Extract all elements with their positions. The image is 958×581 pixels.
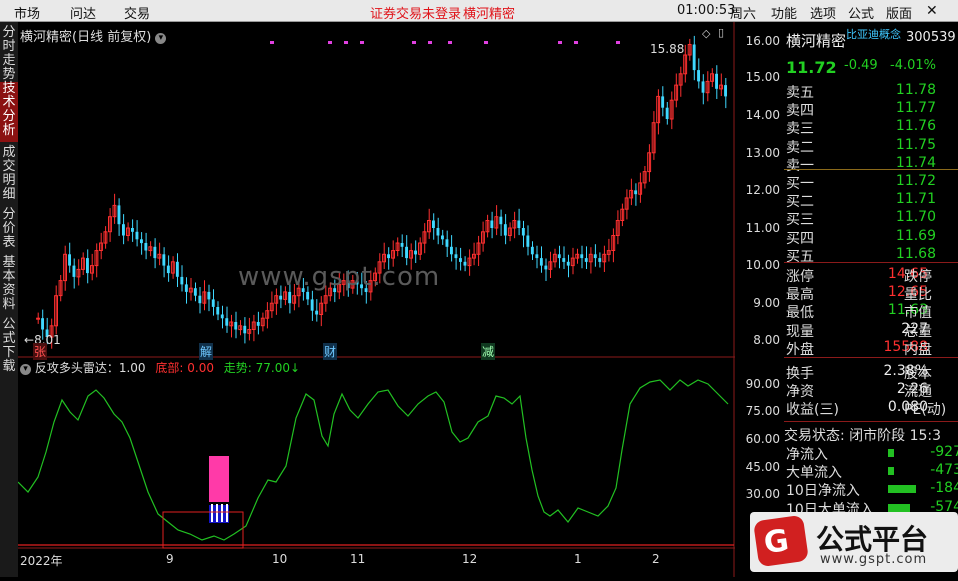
bid-row[interactable]: 买一 11.72: [784, 173, 958, 192]
logo-url: www.gspt.com: [820, 552, 928, 567]
chart-title: 横河精密(日线 前复权) ▾: [20, 26, 167, 45]
chevron-down-icon[interactable]: ▾: [20, 364, 31, 375]
y-tick: 9.00: [753, 296, 780, 310]
y-tick: 15.00: [745, 70, 780, 84]
y-tick: 12.00: [745, 183, 780, 197]
y-tick: 45.00: [745, 460, 780, 474]
indicator-trend: 走势: 77.00: [223, 361, 291, 375]
quote-panel: 横河精密 300539 比亚迪概念 11.72 -0.49 -4.01% 卖五 1…: [784, 22, 958, 577]
quote-header: 横河精密 300539 比亚迪概念: [784, 28, 958, 50]
menu-market[interactable]: 市场: [14, 3, 40, 22]
marker-jie[interactable]: 解: [199, 343, 214, 360]
y-tick: 90.00: [745, 377, 780, 391]
panel-toggle-icon[interactable]: ▯: [718, 26, 724, 39]
high-price-label: 15.88: [650, 42, 685, 56]
diamond-icon: ◇: [702, 27, 711, 40]
bid-row[interactable]: 买四 11.69: [784, 228, 958, 247]
y-tick: 8.00: [753, 333, 780, 347]
kline-chart-area[interactable]: 横河精密(日线 前复权) ▾ 15.88 ◇ ▯ ←8.01 张 解 财 减 w…: [17, 22, 735, 577]
stat-row: 换手 2.38% 股本: [786, 363, 932, 382]
kline-svg[interactable]: [17, 22, 735, 577]
x-tick: 2022年: [20, 554, 63, 568]
marker-jian[interactable]: 减: [481, 343, 496, 360]
stat-row: 最高 12.65 量比: [786, 284, 932, 304]
top-menu-bar: 市场 问达 交易 证券交易未登录 横河精密 01:00:53 周六 功能 选项 …: [0, 0, 958, 22]
menu-wenda[interactable]: 问达: [70, 3, 96, 22]
y-tick: 75.00: [745, 404, 780, 418]
left-tab-bar: 分时走势 技术分析 成交明细 分价表 基本资料 公式下载: [0, 22, 18, 577]
tab-basic-info[interactable]: 基本资料: [0, 256, 18, 316]
current-price: 11.72: [786, 58, 837, 77]
x-tick: 12: [462, 552, 478, 566]
tab-intraday[interactable]: 分时走势: [0, 26, 18, 82]
x-tick: 9: [166, 552, 174, 566]
tab-trade-detail[interactable]: 成交明细: [0, 146, 18, 206]
flow-row: 10日净流入 -184: [786, 480, 958, 500]
close-icon[interactable]: ✕: [926, 3, 938, 19]
y-tick: 10.00: [745, 258, 780, 272]
stock-name-title: 横河精密: [463, 7, 516, 22]
bid-row[interactable]: 买三 11.70: [784, 209, 958, 228]
stat-row: 收益(三) 0.080 PE(动): [786, 399, 947, 419]
y-tick: 11.00: [745, 221, 780, 235]
x-tick: 11: [350, 552, 366, 566]
menu-function[interactable]: 功能: [771, 3, 797, 22]
tab-price-table[interactable]: 分价表: [0, 208, 18, 254]
y-tick: 13.00: [745, 146, 780, 160]
y-tick: 16.00: [745, 34, 780, 48]
quote-stock-code: 300539: [906, 30, 956, 45]
indicator-bottom: 底部: 0.00: [155, 361, 214, 375]
bid-row[interactable]: 买二 11.71: [784, 191, 958, 210]
chart-title-text: 横河精密(日线 前复权): [20, 30, 152, 45]
marker-cai[interactable]: 财: [323, 343, 338, 360]
menu-formula[interactable]: 公式: [848, 3, 874, 22]
stat-row: 净资 2.26 流通: [786, 381, 932, 401]
signal-bar-pink: [209, 456, 229, 502]
quote-stock-name: 横河精密: [786, 32, 847, 50]
indicator-name: 反攻多头雷达：1.00: [34, 361, 146, 375]
y-tick: 30.00: [745, 487, 780, 501]
x-tick: 1: [574, 552, 582, 566]
tab-technical[interactable]: 技术分析: [0, 82, 18, 142]
ask-row[interactable]: 卖三 11.76: [784, 118, 958, 137]
flow-row: 大单流入 -473: [786, 462, 958, 482]
stat-row: 最低 11.63 市值: [786, 302, 932, 322]
logo-badge: G 公式平台 www.gspt.com: [750, 512, 958, 572]
chevron-down-icon[interactable]: ▾: [155, 33, 167, 44]
price-change-pct: -4.01%: [890, 58, 936, 73]
x-tick: 10: [272, 552, 288, 566]
stat-row: 涨停 14.65 跌停: [786, 266, 932, 285]
clock: 01:00:53: [677, 3, 736, 18]
stat-row: 外盘 15588 内盘: [786, 338, 932, 358]
stat-row: 现量 227 总量: [786, 320, 932, 340]
indicator-header: ▾ 反攻多头雷达：1.00 底部: 0.00 走势: 77.00↓: [20, 359, 300, 376]
ask-row[interactable]: 卖一 11.74: [784, 155, 958, 174]
arrow-down-icon: ↓: [290, 361, 301, 375]
ask-row[interactable]: 卖五 11.78: [784, 82, 958, 101]
price-axis: 16.00 15.00 14.00 13.00 12.00 11.00 10.0…: [735, 22, 784, 577]
ask-row[interactable]: 卖四 11.77: [784, 100, 958, 119]
quote-concept[interactable]: 比亚迪概念: [846, 26, 901, 42]
login-notice[interactable]: 证券交易未登录: [370, 3, 461, 22]
time-axis: 2022年 9 10 11 12 1 2: [18, 552, 734, 568]
logo-icon: G: [753, 514, 809, 568]
quote-price-row: 11.72 -0.49 -4.01%: [784, 58, 958, 77]
y-tick: 14.00: [745, 108, 780, 122]
x-tick: 2: [652, 552, 660, 566]
flow-row: 净流入 -927: [786, 444, 958, 463]
y-tick: 60.00: [745, 432, 780, 446]
menu-options[interactable]: 选项: [810, 3, 836, 22]
marker-zhang[interactable]: 张: [33, 343, 48, 360]
menu-layout[interactable]: 版面: [886, 3, 912, 22]
ask-row[interactable]: 卖二 11.75: [784, 137, 958, 156]
menu-trade[interactable]: 交易: [124, 3, 150, 22]
tab-formula-download[interactable]: 公式下载: [0, 318, 18, 378]
weekday: 周六: [730, 7, 757, 22]
price-change: -0.49: [844, 58, 878, 73]
trade-status: 交易状态: 闭市阶段 15:3: [784, 428, 942, 444]
watermark: www.gspt.com: [238, 262, 441, 292]
